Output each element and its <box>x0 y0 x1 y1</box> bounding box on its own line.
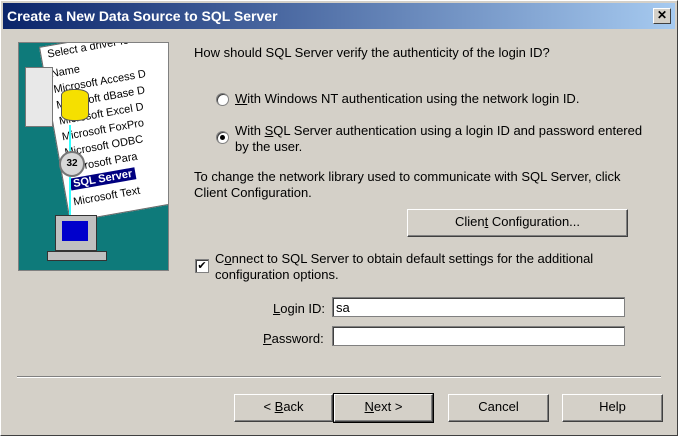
computer-icon <box>55 215 97 251</box>
network-info-line2: Client Configuration. <box>194 185 312 200</box>
back-button[interactable]: < Back <box>234 394 333 422</box>
label-text: ith Windows NT authentication using the … <box>247 91 580 106</box>
label-text: C <box>215 251 225 266</box>
label-text: QL Server authentication using a login I… <box>273 123 643 138</box>
label-text: ogin ID: <box>280 301 326 316</box>
hotkey: P <box>263 331 272 346</box>
label-text: With <box>235 123 265 138</box>
connection-line <box>69 125 71 151</box>
password-field[interactable] <box>332 326 625 346</box>
hotkey: S <box>264 123 274 138</box>
help-button[interactable]: Help <box>562 394 663 422</box>
label-text: < <box>263 399 275 414</box>
connect-checkbox-label[interactable]: Connect to SQL Server to obtain default … <box>215 251 593 266</box>
radio-windows-auth-label[interactable]: With Windows NT authentication using the… <box>235 91 579 106</box>
footer-separator <box>17 376 661 378</box>
network-info: To change the network library used to co… <box>194 169 621 184</box>
connection-line <box>69 177 71 215</box>
login-id-field[interactable]: sa <box>332 297 625 317</box>
hotkey: o <box>224 251 232 266</box>
illustration-title: Select a driver fo <box>46 42 130 61</box>
login-id-label: Login ID: <box>273 301 325 316</box>
connect-checkbox[interactable]: ✔ <box>195 259 209 273</box>
computer-screen <box>62 221 88 241</box>
radio-windows-auth[interactable] <box>216 93 229 106</box>
hotkey: N <box>364 399 374 414</box>
keyboard-icon <box>47 251 107 261</box>
radio-sql-auth-label[interactable]: With SQL Server authentication using a l… <box>235 123 642 138</box>
wizard-illustration: Select a driver fo Name Microsoft Access… <box>18 42 169 271</box>
label-text: ack <box>283 399 304 414</box>
label-text: Configuration... <box>488 214 581 229</box>
close-button[interactable]: ✕ <box>653 8 671 24</box>
label-text: Clien <box>454 214 485 229</box>
gear-icon: 32 <box>59 151 85 177</box>
driver-list-illustration: Select a driver fo Name Microsoft Access… <box>39 42 168 223</box>
cancel-button[interactable]: Cancel <box>448 394 549 422</box>
window-title: Create a New Data Source to SQL Server <box>7 8 278 24</box>
server-icon <box>25 67 53 127</box>
next-button[interactable]: Next > <box>333 393 434 423</box>
dialog-window: Create a New Data Source to SQL Server ✕… <box>0 0 678 436</box>
illustration-header: Name <box>49 63 81 81</box>
label-text: assword: <box>271 331 324 346</box>
connect-checkbox-label-line2[interactable]: configuration options. <box>215 267 339 282</box>
hotkey: W <box>235 91 248 106</box>
radio-sql-auth[interactable] <box>216 131 229 144</box>
label-text: ext > <box>373 399 403 414</box>
radio-sql-auth-label-line2[interactable]: by the user. <box>235 139 302 154</box>
title-bar[interactable]: Create a New Data Source to SQL Server ✕ <box>3 3 675 29</box>
auth-question: How should SQL Server verify the authent… <box>194 45 550 60</box>
password-label: Password: <box>263 331 324 346</box>
label-text: nnect to SQL Server to obtain default se… <box>231 251 594 266</box>
database-icon <box>61 89 89 121</box>
client-configuration-button[interactable]: Client Configuration... <box>407 209 628 237</box>
